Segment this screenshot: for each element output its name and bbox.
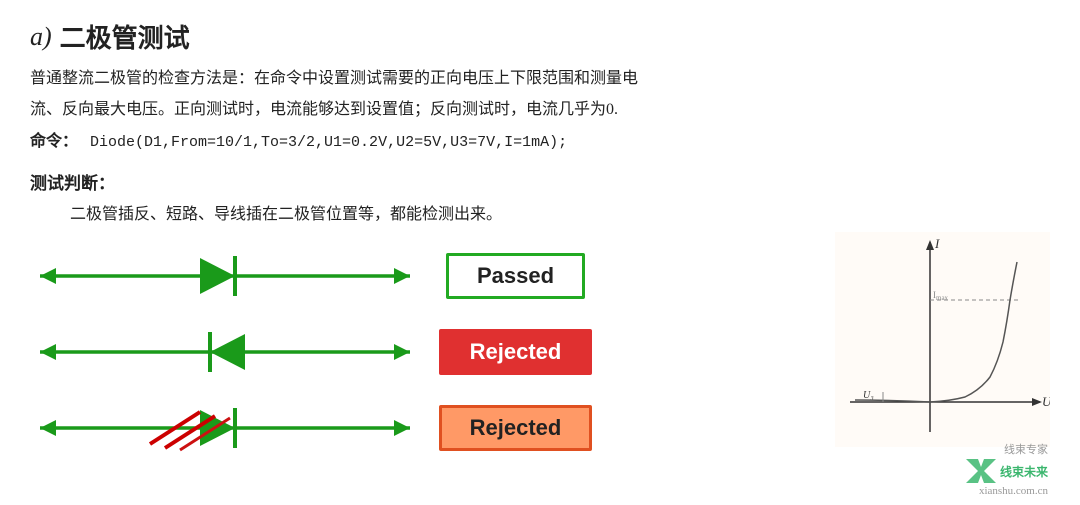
main-page: a) 二极管测试 普通整流二极管的检查方法是：在命令中设置测试需要的正向电压上下… [0, 0, 1080, 505]
circuit-svg-3 [30, 394, 420, 462]
watermark-logo: 线束未来 [966, 459, 1048, 483]
iv-chart: I U U₃ Imax [835, 232, 1050, 447]
test-description: 二极管插反、短路、导线插在二极管位置等，都能检测出来。 [70, 200, 1050, 224]
circuit-diagrams: Passed [30, 242, 825, 462]
watermark-url: xianshu.com.cn [979, 485, 1048, 497]
title-letter: a) [30, 22, 52, 52]
body-text-2: 流、反向最大电压。正向测试时，电流能够达到设置值；反向测试时，电流几乎为0. [30, 96, 1050, 123]
watermark-icon [966, 459, 996, 483]
badge-wrap-3: Rejected [438, 405, 593, 451]
command-line: 命令： Diode(D1,From=10/1,To=3/2,U1=0.2V,U2… [30, 127, 1050, 151]
command-code: Diode(D1,From=10/1,To=3/2,U1=0.2V,U2=5V,… [90, 134, 567, 151]
circuit-svg-1 [30, 242, 420, 310]
body-text-1: 普通整流二极管的检查方法是：在命令中设置测试需要的正向电压上下限范围和测量电 [30, 65, 1050, 92]
diagram-row-1: Passed [30, 242, 825, 310]
badge-passed: Passed [446, 253, 585, 299]
badge-wrap-1: Passed [438, 253, 593, 299]
test-judge-heading: 测试判断： [30, 169, 1050, 194]
badge-wrap-2: Rejected [438, 329, 593, 375]
diagrams-area: Passed [30, 242, 1050, 462]
circuit-svg-2 [30, 318, 420, 386]
watermark-text-top: 线束专家 [1004, 441, 1048, 457]
badge-rejected-2: Rejected [439, 405, 593, 451]
svg-text:U: U [1042, 394, 1050, 409]
command-label: 命令： [30, 127, 78, 151]
watermark: 线束专家 线束未来 xianshu.com.cn [966, 441, 1048, 497]
diagram-row-2: Rejected [30, 318, 825, 386]
svg-text:I: I [934, 236, 940, 251]
watermark-brand: 线束未来 [1000, 463, 1048, 480]
section-title: a) 二极管测试 [30, 18, 1050, 55]
title-text: 二极管测试 [60, 18, 190, 55]
diagram-row-3: Rejected [30, 394, 825, 462]
badge-rejected-1: Rejected [439, 329, 593, 375]
